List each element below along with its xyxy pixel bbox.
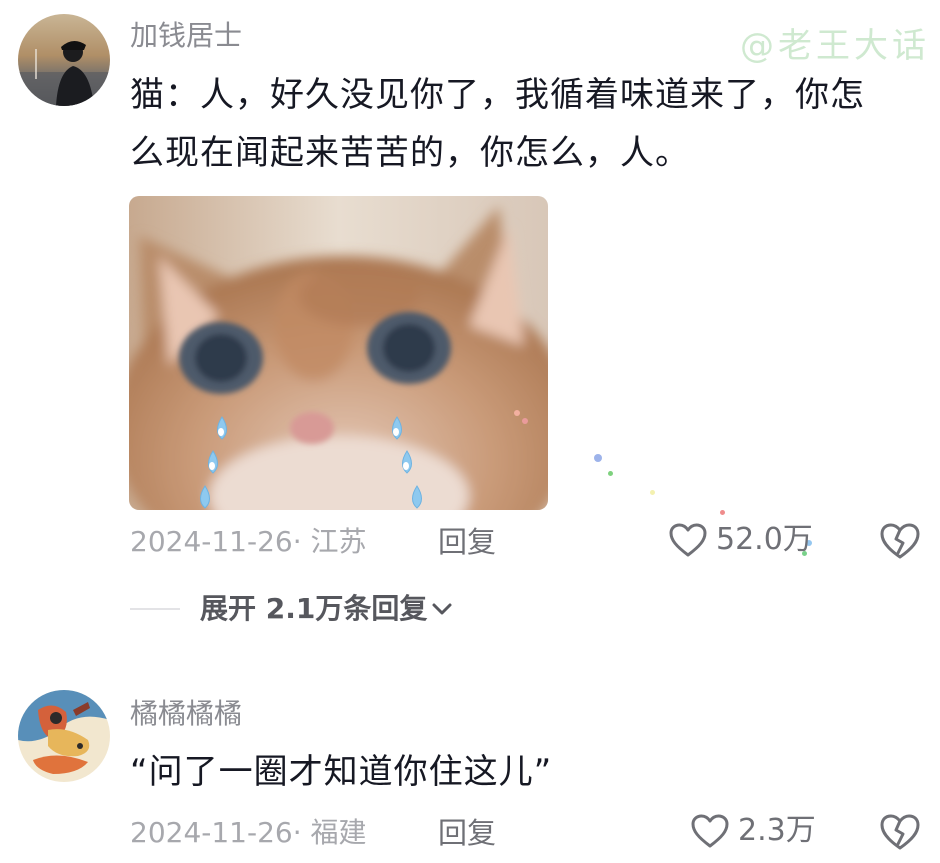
sparkle-dot bbox=[650, 490, 655, 495]
sparkle-dot bbox=[522, 418, 528, 424]
heart-outline-icon bbox=[691, 814, 729, 848]
crying-cat-image bbox=[129, 196, 548, 510]
expand-divider bbox=[130, 608, 180, 610]
comment-text-line-1: 猫：人，好久没见你了，我循着味道来了，你怎 bbox=[130, 75, 865, 115]
comment-image-crying-cat[interactable] bbox=[129, 196, 548, 510]
broken-heart-icon bbox=[880, 814, 920, 850]
comment-date-location: 2024-11-26· 江苏 bbox=[130, 525, 367, 558]
reply-button[interactable]: 回复 bbox=[438, 815, 496, 851]
comment-date-location: 2024-11-26· 福建 bbox=[130, 816, 367, 849]
watermark: @老王大话 bbox=[740, 26, 930, 66]
avatar[interactable] bbox=[18, 690, 110, 782]
like-count: 2.3万 bbox=[738, 813, 816, 848]
like-count: 52.0万 bbox=[716, 522, 813, 557]
avatar-image bbox=[18, 14, 110, 106]
chevron-down-icon bbox=[432, 603, 452, 615]
reply-button[interactable]: 回复 bbox=[438, 524, 496, 560]
heart-outline-icon bbox=[669, 523, 707, 557]
broken-heart-icon bbox=[880, 523, 920, 559]
expand-replies-label: 展开 2.1万条回复 bbox=[200, 592, 428, 625]
comment-username[interactable]: 橘橘橘橘 bbox=[130, 696, 242, 732]
sparkle-dot bbox=[514, 410, 520, 416]
sparkle-dot bbox=[608, 471, 613, 476]
comment-text: “问了一圈才知道你住这儿” bbox=[130, 752, 553, 792]
like-button[interactable]: 52.0万 bbox=[668, 522, 813, 558]
expand-replies-button[interactable]: 展开 2.1万条回复 bbox=[200, 591, 453, 627]
like-button[interactable]: 2.3万 bbox=[690, 813, 816, 849]
sparkle-dot bbox=[594, 454, 602, 462]
comment-text-line-2: 么现在闻起来苦苦的，你怎么，人。 bbox=[130, 133, 690, 173]
avatar[interactable] bbox=[18, 14, 110, 106]
avatar-image bbox=[18, 690, 110, 782]
dislike-button[interactable] bbox=[879, 813, 921, 855]
dislike-button[interactable] bbox=[879, 522, 921, 564]
comment-username[interactable]: 加钱居士 bbox=[130, 18, 242, 54]
sparkle-dot bbox=[720, 510, 725, 515]
